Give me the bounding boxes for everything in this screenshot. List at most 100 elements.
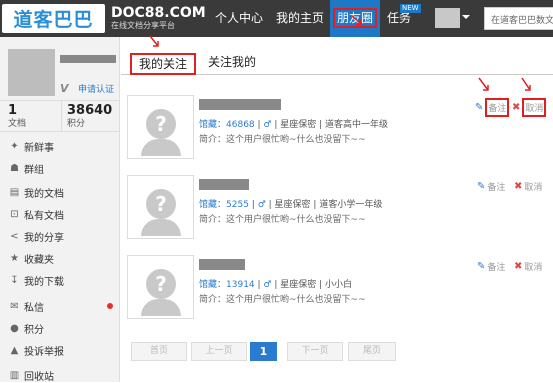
nav-label: 朋友圈 (332, 8, 377, 28)
main-content: 我的关注 关注我的 ? 馆藏：46868 | ♂ | 星座保密 | 道客高中一年… (121, 37, 553, 382)
constellation: 星座保密 (274, 200, 311, 210)
sidebar-item-messages[interactable]: ✉ 私信 (9, 298, 44, 314)
sidebar-item-my-shares[interactable]: < 我的分享 (9, 228, 64, 244)
cancel-label: 取消 (524, 263, 543, 273)
note-button[interactable]: ✎ 备注 (477, 180, 505, 193)
collection-label: 馆藏： (199, 280, 227, 290)
question-mark-icon: ? (146, 189, 176, 219)
user-name-redacted[interactable] (199, 259, 245, 270)
avatar[interactable]: ? (127, 255, 194, 319)
search-input[interactable]: 在道客巴巴数文 (484, 7, 553, 30)
collection-count[interactable]: 46868 (226, 120, 255, 130)
pagination-last[interactable]: 尾页 (348, 342, 396, 361)
stat-documents[interactable]: 1 文档 (8, 103, 26, 130)
avatar-body-shape (141, 219, 181, 236)
tab-my-followers[interactable]: 关注我的 (201, 53, 263, 75)
apply-verification-link[interactable]: 申请认证 (78, 82, 114, 95)
constellation: 星座保密 (280, 120, 317, 130)
list-item: ? 馆藏：13914 | ♂ | 星座保密 | 小小白 简介：这个用户很忙哟~什… (127, 255, 547, 329)
nav-label: 任务 (386, 11, 411, 25)
unfollow-button[interactable]: ✖ 取消 (514, 180, 542, 193)
user-name-redacted[interactable] (199, 179, 249, 190)
school: 小小白 (325, 280, 353, 290)
sidebar-item-label: 收藏夹 (24, 254, 54, 266)
profile-stats: 1 文档 38640 积分 (0, 100, 120, 132)
user-name-redacted[interactable] (199, 99, 281, 110)
profile-name-redacted (60, 55, 116, 63)
question-mark-icon: ? (146, 109, 176, 139)
chevron-down-icon[interactable] (462, 15, 470, 19)
sidebar-item-private-documents[interactable]: ⊡ 私有文档 (9, 206, 64, 222)
note-button[interactable]: ✎ 备注 (477, 260, 505, 273)
sidebar-item-my-documents[interactable]: ▤ 我的文档 (9, 184, 64, 200)
cancel-label: 取消 (522, 98, 547, 117)
stat-value: 1 (8, 103, 18, 118)
logo-text: 道客巴巴 (13, 9, 94, 31)
tab-my-following[interactable]: 我的关注 (130, 53, 196, 75)
nav-personal-center[interactable]: 个人中心 (208, 0, 270, 37)
profile-avatar[interactable] (8, 49, 55, 96)
user-meta: 馆藏：5255 | ♂ | 星座保密 | 道客小学一年级 (199, 200, 383, 210)
question-mark-icon: ? (146, 269, 176, 299)
note-button[interactable]: ✎ 备注 (475, 98, 510, 117)
sidebar: V 申请认证 1 文档 38640 积分 ✦ 新鲜事 ☗ 群组 ▤ 我的文档 ⊡… (0, 37, 120, 383)
sidebar-item-favorites[interactable]: ★ 收藏夹 (9, 250, 54, 266)
avatar[interactable]: ? (127, 95, 194, 159)
stat-value: 38640 (67, 103, 113, 118)
tab-label: 关注我的 (207, 55, 256, 69)
list-item: ? 馆藏：46868 | ♂ | 星座保密 | 道客高中一年级 简介：这个用户很… (127, 95, 547, 169)
sidebar-item-label: 新鲜事 (24, 142, 54, 154)
nav-new-badge: NEW (400, 4, 421, 13)
download-icon: ↧ (10, 274, 19, 286)
nav-friends-circle[interactable]: 朋友圈 (330, 0, 380, 37)
gender-icon: ♂ (263, 120, 272, 130)
user-avatar[interactable] (435, 8, 460, 28)
collection-count[interactable]: 5255 (226, 200, 249, 210)
school: 道客小学一年级 (319, 200, 383, 210)
stat-points[interactable]: 38640 积分 (67, 103, 112, 130)
cancel-icon: ✖ (514, 181, 523, 192)
brand-slogan: 在线文档分享平台 (111, 21, 175, 30)
pencil-icon: ✎ (477, 261, 486, 272)
sidebar-item-groups[interactable]: ☗ 群组 (9, 160, 44, 176)
sidebar-item-label: 投诉举报 (24, 346, 64, 358)
sidebar-item-news[interactable]: ✦ 新鲜事 (9, 138, 54, 154)
collection-label: 馆藏： (199, 120, 227, 130)
avatar[interactable]: ? (127, 175, 194, 239)
pagination-next[interactable]: 下一页 (287, 342, 343, 361)
nav-label: 我的主页 (275, 11, 324, 25)
stat-label: 文档 (8, 119, 27, 129)
cancel-icon: ✖ (512, 102, 521, 113)
sidebar-item-label: 积分 (24, 324, 44, 336)
cancel-label: 取消 (524, 183, 543, 193)
sidebar-item-my-downloads[interactable]: ↧ 我的下载 (9, 272, 64, 288)
collection-count[interactable]: 13914 (226, 280, 255, 290)
pagination-prev[interactable]: 上一页 (191, 342, 247, 361)
unfollow-button[interactable]: ✖ 取消 (514, 260, 542, 273)
sidebar-item-label: 群组 (24, 164, 44, 176)
avatar-body-shape (141, 139, 181, 156)
star-icon: ★ (10, 252, 19, 264)
tab-label: 我的关注 (138, 57, 187, 71)
stat-label: 积分 (67, 119, 86, 129)
unfollow-button[interactable]: ✖ 取消 (512, 98, 547, 117)
unread-dot (107, 303, 113, 309)
user-intro: 简介：这个用户很忙哟~什么也没留下~~ (199, 135, 366, 145)
collection-label: 馆藏： (199, 200, 227, 210)
gender-icon: ♂ (263, 280, 272, 290)
coin-icon: ● (10, 322, 19, 334)
nav-my-homepage[interactable]: 我的主页 (270, 0, 330, 37)
list-item: ? 馆藏：5255 | ♂ | 星座保密 | 道客小学一年级 简介：这个用户很忙… (127, 175, 547, 249)
pagination-first[interactable]: 首页 (131, 342, 187, 361)
sidebar-item-report[interactable]: ▲ 投诉举报 (9, 342, 64, 358)
sidebar-item-label: 我的下载 (24, 276, 64, 288)
warning-icon: ▲ (10, 344, 19, 356)
school: 道客高中一年级 (325, 120, 389, 130)
sidebar-item-recycle-bin[interactable]: ▥ 回收站 (9, 367, 54, 383)
verify-v-icon: V (60, 82, 69, 95)
pagination-current[interactable]: 1 (250, 342, 277, 361)
lock-icon: ⊡ (10, 208, 19, 220)
site-logo[interactable]: 道客巴巴 (2, 4, 105, 33)
sidebar-item-label: 回收站 (24, 371, 54, 383)
sidebar-item-points[interactable]: ● 积分 (9, 320, 44, 336)
